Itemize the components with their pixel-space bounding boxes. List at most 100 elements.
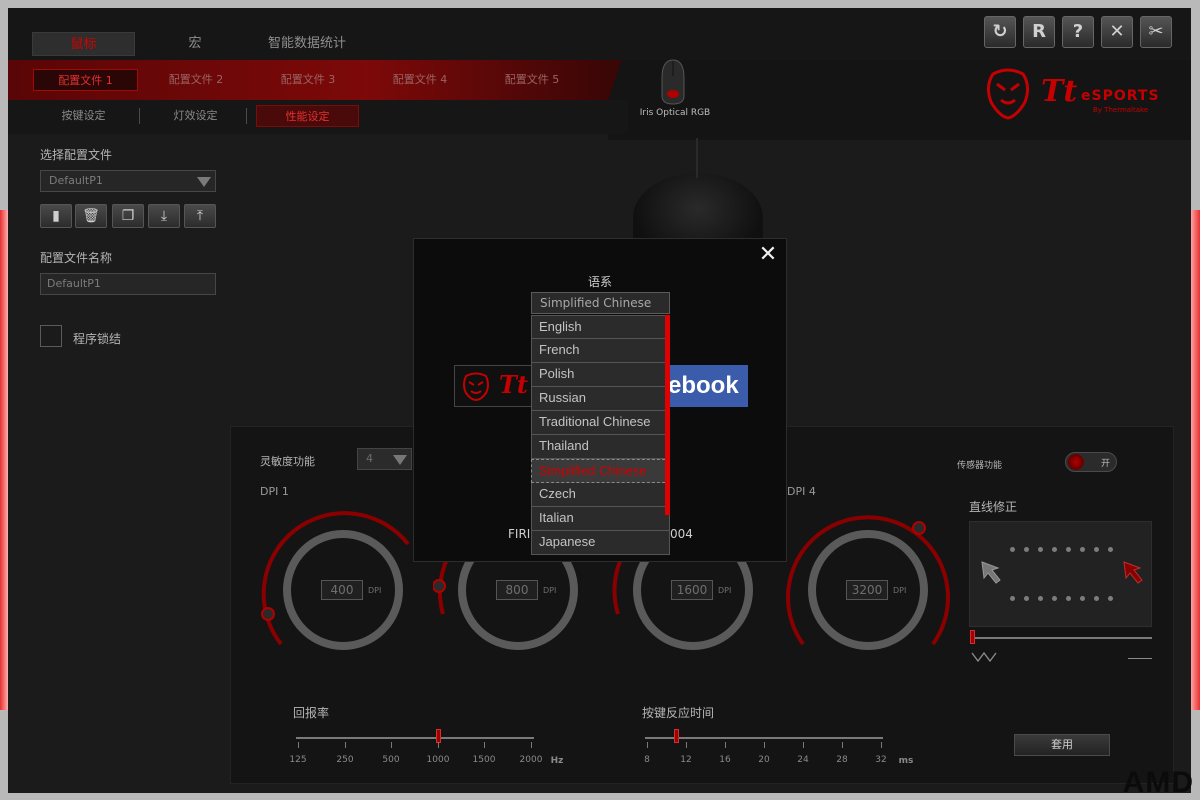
language-dialog: ✕ 语系 Tt ebook FIRI 004 Simplified Chines… xyxy=(413,238,787,562)
dpi-2-handle[interactable] xyxy=(433,579,446,593)
logo-by-text: By Thermaltake xyxy=(1093,106,1149,114)
chevron-down-icon xyxy=(393,455,407,465)
response-tick-label: 12 xyxy=(680,755,692,765)
language-option-italian[interactable]: Italian xyxy=(531,507,670,531)
polling-tick-label: 500 xyxy=(382,755,400,765)
language-option-english[interactable]: English xyxy=(531,315,670,339)
tab-profile-1[interactable]: 配置文件 1 xyxy=(33,69,138,91)
dpi-2-unit: DPI xyxy=(543,586,557,595)
mouse-model-caption: Iris Optical RGB xyxy=(639,108,711,118)
response-time-slider-track[interactable] xyxy=(645,737,883,739)
profile-select[interactable]: DefaultP1 xyxy=(40,170,216,192)
export-icon[interactable]: ⤒ xyxy=(184,204,216,228)
close-icon[interactable]: ✕ xyxy=(1101,16,1133,48)
apply-button[interactable]: 套用 xyxy=(1014,734,1110,756)
response-time-slider-knob[interactable] xyxy=(674,729,679,743)
help-icon[interactable]: ? xyxy=(1062,16,1094,48)
profile-name-input[interactable]: DefaultP1 xyxy=(40,273,216,295)
firmware-label: FIRI xyxy=(508,527,531,541)
response-tick-label: 20 xyxy=(758,755,770,765)
language-option-czech[interactable]: Czech xyxy=(531,483,670,507)
import-icon[interactable]: ⤓ xyxy=(148,204,180,228)
trash-icon[interactable]: 🗑 xyxy=(75,204,107,228)
copy-icon[interactable]: ❐ xyxy=(112,204,144,228)
lock-label: 程序锁结 xyxy=(73,332,122,346)
profile-name-label: 配置文件名称 xyxy=(40,251,113,265)
language-options-list: English French Polish Russian Traditiona… xyxy=(531,315,670,555)
response-tick-label: 8 xyxy=(644,755,650,765)
polling-tick-label: 1000 xyxy=(426,755,450,765)
cursor-arrow-right-icon xyxy=(1123,561,1143,584)
tick xyxy=(647,742,648,748)
response-tick-label: 28 xyxy=(836,755,848,765)
mouse-thumbnail[interactable] xyxy=(658,58,688,106)
reset-icon[interactable]: R xyxy=(1023,16,1055,48)
polling-tick-label: 125 xyxy=(289,755,307,765)
tools-icon[interactable]: ✂ xyxy=(1140,16,1172,48)
polling-rate-slider-track[interactable] xyxy=(296,737,534,739)
dpi-2-value[interactable]: 800 xyxy=(496,580,538,600)
language-option-simplified-chinese[interactable]: Simplified Chinese xyxy=(531,459,670,483)
tick xyxy=(391,742,392,748)
app-window: 鼠标 宏 智能数据统计 配置文件 1 配置文件 2 配置文件 3 配置文件 4 … xyxy=(8,8,1191,793)
language-option-thailand[interactable]: Thailand xyxy=(531,435,670,459)
dpi-1-handle[interactable] xyxy=(261,607,275,621)
tab-profile-2[interactable]: 配置文件 2 xyxy=(146,69,246,91)
sensitivity-select[interactable]: 4 xyxy=(357,448,412,470)
tiger-logo-icon xyxy=(463,372,489,401)
refresh-icon[interactable]: ↻ xyxy=(984,16,1016,48)
tick xyxy=(725,742,726,748)
language-list-scrollbar[interactable] xyxy=(665,315,670,515)
facebook-banner[interactable]: ebook xyxy=(664,365,748,407)
angle-slider-knob[interactable] xyxy=(970,630,975,644)
tab-key-settings[interactable]: 按键设定 xyxy=(36,105,131,127)
tab-mouse[interactable]: 鼠标 xyxy=(32,32,135,56)
angle-snapping-preview xyxy=(969,521,1152,627)
dpi-3-value[interactable]: 1600 xyxy=(671,580,713,600)
firmware-version: 004 xyxy=(670,527,693,541)
tab-performance-settings[interactable]: 性能设定 xyxy=(256,105,359,127)
tab-macro[interactable]: 宏 xyxy=(168,32,222,56)
tab-profile-4[interactable]: 配置文件 4 xyxy=(370,69,470,91)
polling-rate-label: 回报率 xyxy=(293,706,330,720)
sensor-label: 传感器功能 xyxy=(957,461,1003,471)
lock-checkbox[interactable] xyxy=(40,325,62,347)
language-option-japanese[interactable]: Japanese xyxy=(531,531,670,555)
toggle-knob xyxy=(1068,454,1084,470)
angle-slider-track[interactable] xyxy=(971,637,1152,639)
tick xyxy=(881,742,882,748)
response-unit: ms xyxy=(898,756,914,766)
dpi-4-handle[interactable] xyxy=(912,521,926,535)
tab-lighting-settings[interactable]: 灯效设定 xyxy=(148,105,243,127)
cursor-arrow-left-icon xyxy=(981,561,1001,584)
polling-unit: Hz xyxy=(550,756,564,766)
dpi-1-label: DPI 1 xyxy=(260,485,289,498)
straight-line-icon xyxy=(1128,658,1152,659)
response-tick-label: 24 xyxy=(797,755,809,765)
logo-tt-text: Tt xyxy=(1041,74,1078,109)
response-tick-label: 16 xyxy=(719,755,731,765)
language-option-french[interactable]: French xyxy=(531,339,670,363)
polling-tick-label: 1500 xyxy=(472,755,496,765)
dpi-4-value[interactable]: 3200 xyxy=(846,580,888,600)
mouse-cable xyxy=(696,138,698,178)
language-option-traditional-chinese[interactable]: Traditional Chinese xyxy=(531,411,670,435)
dpi-1-unit: DPI xyxy=(368,586,382,595)
dpi-4-unit: DPI xyxy=(893,586,907,595)
divider xyxy=(139,108,140,124)
select-profile-label: 选择配置文件 xyxy=(40,148,113,162)
tick xyxy=(803,742,804,748)
tab-smart-stats[interactable]: 智能数据统计 xyxy=(252,32,362,56)
close-icon[interactable]: ✕ xyxy=(756,243,780,267)
language-select[interactable]: Simplified Chinese xyxy=(531,292,670,314)
polling-rate-slider-knob[interactable] xyxy=(436,729,441,743)
dpi-1-value[interactable]: 400 xyxy=(321,580,363,600)
language-option-russian[interactable]: Russian xyxy=(531,387,670,411)
file-icon[interactable]: ▮ xyxy=(40,204,72,228)
tt-esports-logo: Tt eSPORTS By Thermaltake xyxy=(983,66,1173,122)
language-dialog-title: 语系 xyxy=(587,275,612,289)
tab-profile-5[interactable]: 配置文件 5 xyxy=(482,69,582,91)
tab-profile-3[interactable]: 配置文件 3 xyxy=(258,69,358,91)
language-option-polish[interactable]: Polish xyxy=(531,363,670,387)
sensor-toggle[interactable]: 开 xyxy=(1065,452,1117,472)
